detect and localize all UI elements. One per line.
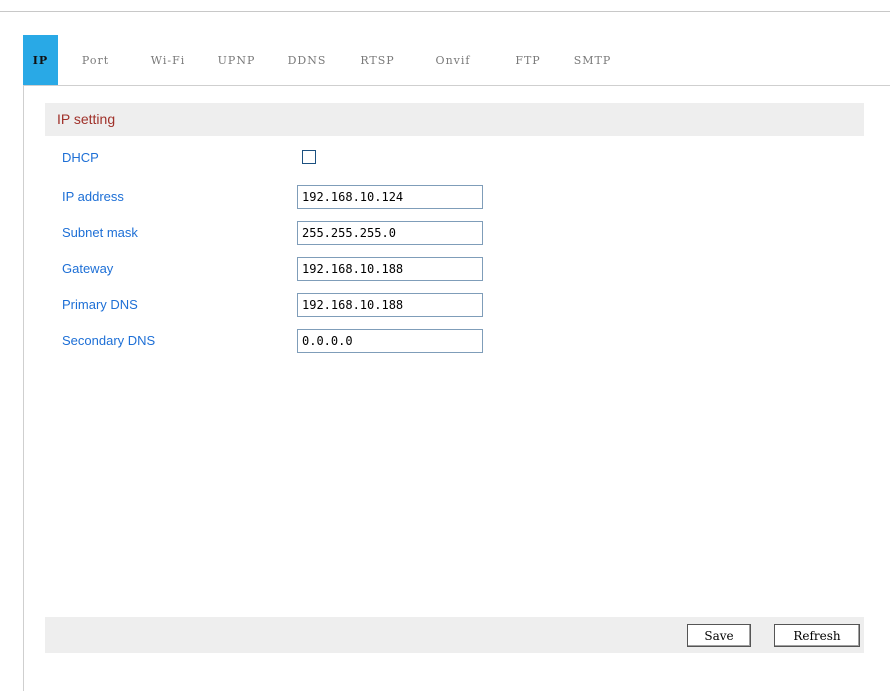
dhcp-row: DHCP <box>45 146 864 170</box>
gateway-input[interactable] <box>297 257 483 281</box>
refresh-button[interactable]: Refresh <box>774 624 860 647</box>
primary-dns-input[interactable] <box>297 293 483 317</box>
subnet-mask-input[interactable] <box>297 221 483 245</box>
tab-rtsp[interactable]: RTSP <box>344 35 411 85</box>
tab-port[interactable]: Port <box>58 35 133 85</box>
tab-smtp[interactable]: SMTP <box>561 35 624 85</box>
tab-ddns[interactable]: DDNS <box>270 35 344 85</box>
dhcp-label: DHCP <box>62 150 99 165</box>
tab-ftp[interactable]: FTP <box>495 35 561 85</box>
content-left-border <box>23 85 24 691</box>
top-divider <box>0 11 890 12</box>
ip-address-input[interactable] <box>297 185 483 209</box>
tab-wifi[interactable]: Wi-Fi <box>133 35 203 85</box>
secondary-dns-input[interactable] <box>297 329 483 353</box>
tab-bar-divider <box>23 85 890 86</box>
gateway-label: Gateway <box>62 261 114 276</box>
secondary-dns-label: Secondary DNS <box>62 333 156 348</box>
settings-tab-bar: IP Port Wi-Fi UPNP DDNS RTSP Onvif FTP S… <box>23 35 890 85</box>
tab-ip[interactable]: IP <box>23 35 58 85</box>
section-header: IP setting <box>45 103 864 136</box>
primary-dns-row: Primary DNS <box>45 293 864 317</box>
ip-address-label: IP address <box>62 189 124 204</box>
ip-address-row: IP address <box>45 185 864 209</box>
primary-dns-label: Primary DNS <box>62 297 138 312</box>
action-bar: Save Refresh <box>45 617 864 653</box>
tab-onvif[interactable]: Onvif <box>411 35 495 85</box>
secondary-dns-row: Secondary DNS <box>45 329 864 353</box>
section-title: IP setting <box>57 111 116 127</box>
subnet-mask-row: Subnet mask <box>45 221 864 245</box>
gateway-row: Gateway <box>45 257 864 281</box>
dhcp-checkbox[interactable] <box>302 150 316 164</box>
subnet-mask-label: Subnet mask <box>62 225 138 240</box>
tab-upnp[interactable]: UPNP <box>203 35 270 85</box>
save-button[interactable]: Save <box>687 624 751 647</box>
